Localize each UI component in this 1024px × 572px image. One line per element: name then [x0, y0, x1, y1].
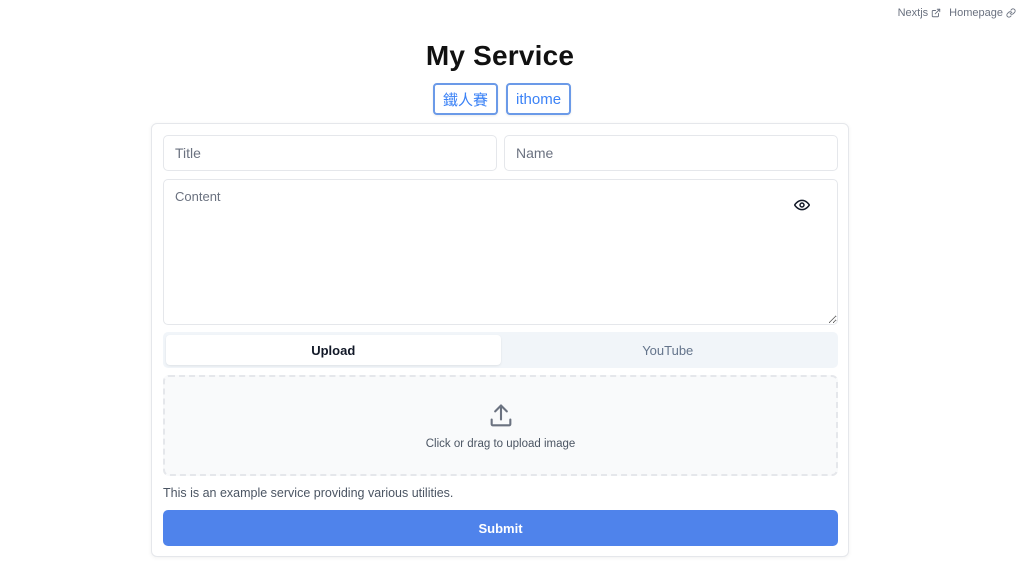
tag-ironman[interactable]: 鐵人賽 [433, 83, 499, 115]
title-input[interactable] [163, 135, 497, 171]
upload-icon [490, 403, 511, 426]
name-input[interactable] [504, 135, 838, 171]
link-icon [1006, 8, 1016, 18]
tab-youtube[interactable]: YouTube [501, 335, 836, 365]
service-description: This is an example service providing var… [163, 486, 454, 500]
image-upload-dropzone[interactable]: Click or drag to upload image [163, 375, 838, 476]
nextjs-link[interactable]: Nextjs [898, 7, 942, 19]
upload-instructions: Click or drag to upload image [425, 437, 576, 450]
content-field-wrapper [163, 179, 838, 325]
eye-icon[interactable] [794, 197, 810, 213]
external-link-icon [931, 8, 941, 18]
homepage-link[interactable]: Homepage [949, 7, 1016, 19]
media-tabs: Upload YouTube [163, 332, 838, 368]
tag-ithome[interactable]: ithome [506, 83, 572, 115]
tag-list: 鐵人賽 ithome [433, 83, 572, 115]
tab-upload[interactable]: Upload [166, 335, 501, 365]
submit-button[interactable]: Submit [163, 510, 838, 546]
nextjs-link-label: Nextjs [897, 7, 929, 19]
page-title: My Service [425, 40, 575, 71]
top-links: Nextjs Homepage [898, 7, 1016, 19]
homepage-link-label: Homepage [949, 7, 1003, 19]
content-textarea[interactable] [163, 179, 838, 325]
service-form-card: Upload YouTube Click or drag to upload i… [151, 123, 849, 557]
